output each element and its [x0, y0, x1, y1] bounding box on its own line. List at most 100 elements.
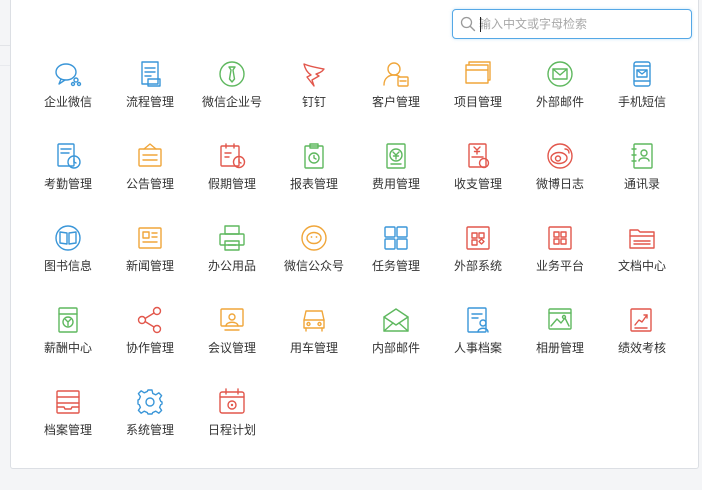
customer-user-icon [381, 59, 411, 89]
app-label: 业务平台 [535, 259, 584, 273]
app-item[interactable]: 图书信息 [27, 214, 109, 296]
app-label: 系统管理 [125, 423, 174, 437]
app-label: 外部系统 [453, 259, 502, 273]
app-item[interactable]: 系统管理 [109, 378, 191, 460]
app-item[interactable]: 公告管理 [109, 132, 191, 214]
app-item[interactable]: 日程计划 [191, 378, 273, 460]
app-label: 报表管理 [289, 177, 338, 191]
income-expense-icon [463, 141, 493, 171]
report-clock-icon [299, 141, 329, 171]
weibo-icon [545, 141, 575, 171]
share-collaboration-icon [135, 305, 165, 335]
app-label: 流程管理 [125, 95, 174, 109]
app-item[interactable]: 薪酬中心 [27, 296, 109, 378]
app-label: 收支管理 [453, 177, 502, 191]
app-label: 微信企业号 [201, 95, 262, 109]
app-item[interactable]: 用车管理 [273, 296, 355, 378]
app-item[interactable]: 外部邮件 [519, 50, 601, 132]
app-item[interactable]: 报表管理 [273, 132, 355, 214]
app-item[interactable]: 文档中心 [601, 214, 683, 296]
app-item[interactable]: 任务管理 [355, 214, 437, 296]
settings-gear-icon [135, 387, 165, 417]
app-item[interactable]: 假期管理 [191, 132, 273, 214]
app-item[interactable]: 绩效考核 [601, 296, 683, 378]
app-item[interactable]: 新闻管理 [109, 214, 191, 296]
app-label: 微博日志 [535, 177, 584, 191]
app-label: 会议管理 [207, 341, 256, 355]
office-printer-icon [217, 223, 247, 253]
notice-board-icon [135, 141, 165, 171]
app-item[interactable]: 微博日志 [519, 132, 601, 214]
app-item[interactable]: 客户管理 [355, 50, 437, 132]
app-label: 费用管理 [371, 177, 420, 191]
app-label: 假期管理 [207, 177, 256, 191]
wechat-enterprise-tie-icon [217, 59, 247, 89]
attendance-clock-icon [53, 141, 83, 171]
holiday-calendar-icon [217, 141, 247, 171]
app-label: 客户管理 [371, 95, 420, 109]
app-label: 考勤管理 [43, 177, 92, 191]
wechat-official-icon [299, 223, 329, 253]
external-mail-icon [545, 59, 575, 89]
document-center-icon [627, 223, 657, 253]
project-folders-icon [463, 59, 493, 89]
car-icon [299, 305, 329, 335]
app-item[interactable]: 企业微信 [27, 50, 109, 132]
mobile-sms-icon [627, 59, 657, 89]
app-item[interactable]: 微信公众号 [273, 214, 355, 296]
app-item[interactable]: 协作管理 [109, 296, 191, 378]
app-item[interactable]: 相册管理 [519, 296, 601, 378]
app-label: 办公用品 [207, 259, 256, 273]
app-item[interactable]: 档案管理 [27, 378, 109, 460]
app-label: 任务管理 [371, 259, 420, 273]
app-item[interactable]: 项目管理 [437, 50, 519, 132]
app-label: 图书信息 [43, 259, 92, 273]
enterprise-wechat-icon [53, 59, 83, 89]
app-item[interactable]: 微信企业号 [191, 50, 273, 132]
app-launcher-panel: 企业微信 流程管理 微信企业号 钉钉 客户管理 项目管理 外部邮件 手机短信考勤管理 公告管理 假… [10, 0, 699, 469]
external-system-icon [463, 223, 493, 253]
app-item[interactable]: 外部系统 [437, 214, 519, 296]
app-label: 人事档案 [453, 341, 502, 355]
app-label: 钉钉 [301, 95, 326, 109]
app-label: 外部邮件 [535, 95, 584, 109]
internal-mail-icon [381, 305, 411, 335]
app-label: 手机短信 [617, 95, 666, 109]
process-document-icon [135, 59, 165, 89]
app-label: 微信公众号 [283, 259, 344, 273]
app-label: 协作管理 [125, 341, 174, 355]
salary-icon [53, 305, 83, 335]
book-info-icon [53, 223, 83, 253]
app-item[interactable]: 手机短信 [601, 50, 683, 132]
expense-yuan-icon [381, 141, 411, 171]
app-item[interactable]: 办公用品 [191, 214, 273, 296]
app-item[interactable]: 内部邮件 [355, 296, 437, 378]
app-item[interactable]: 考勤管理 [27, 132, 109, 214]
search-input[interactable] [479, 13, 684, 35]
app-item[interactable]: 收支管理 [437, 132, 519, 214]
app-label: 文档中心 [617, 259, 666, 273]
app-label: 相册管理 [535, 341, 584, 355]
app-item[interactable]: 费用管理 [355, 132, 437, 214]
dingtalk-icon [299, 59, 329, 89]
app-item[interactable]: 会议管理 [191, 296, 273, 378]
app-label: 内部邮件 [371, 341, 420, 355]
performance-chart-icon [627, 305, 657, 335]
app-item[interactable]: 通讯录 [601, 132, 683, 214]
search-box[interactable] [452, 9, 692, 39]
schedule-calendar-icon [217, 387, 247, 417]
app-label: 新闻管理 [125, 259, 174, 273]
app-label: 通讯录 [623, 177, 660, 191]
app-label: 项目管理 [453, 95, 502, 109]
task-grid-icon [381, 223, 411, 253]
app-label: 用车管理 [289, 341, 338, 355]
hr-file-icon [463, 305, 493, 335]
app-item[interactable]: 业务平台 [519, 214, 601, 296]
app-label: 企业微信 [43, 95, 92, 109]
app-label: 薪酬中心 [43, 341, 92, 355]
app-item[interactable]: 流程管理 [109, 50, 191, 132]
app-item[interactable]: 钉钉 [273, 50, 355, 132]
app-item[interactable]: 人事档案 [437, 296, 519, 378]
search-icon [460, 16, 476, 32]
app-label: 日程计划 [207, 423, 256, 437]
